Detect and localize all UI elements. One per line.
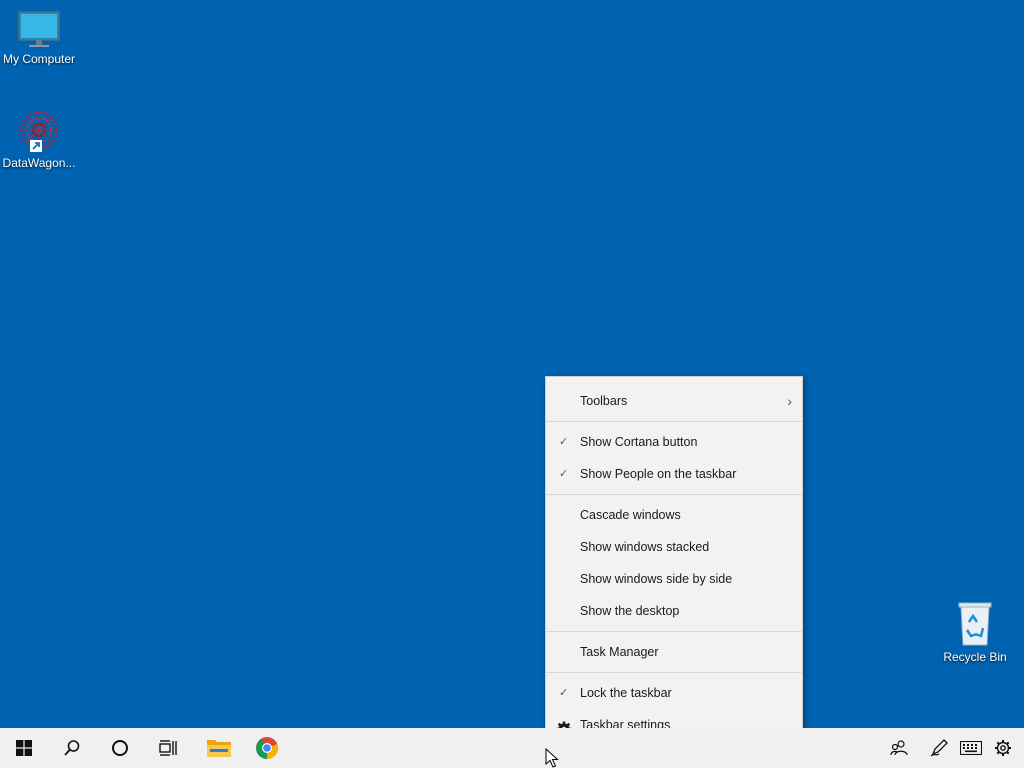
cortana-button[interactable] — [96, 728, 144, 768]
menu-item-label: Show the desktop — [580, 604, 680, 618]
people-button[interactable] — [884, 728, 914, 768]
settings-gear-icon — [995, 740, 1011, 756]
keyboard-icon — [960, 741, 982, 755]
desktop-icon-label: My Computer — [2, 52, 76, 66]
menu-item-show-people[interactable]: ✓ Show People on the taskbar — [546, 458, 802, 490]
menu-item-cascade-windows[interactable]: Cascade windows — [546, 499, 802, 531]
desktop-icon-my-computer[interactable]: My Computer — [0, 10, 78, 67]
chrome-icon — [256, 737, 279, 760]
task-view-button[interactable] — [144, 728, 192, 768]
menu-item-task-manager[interactable]: Task Manager — [546, 636, 802, 668]
menu-separator — [546, 672, 802, 673]
menu-item-show-windows-side-by-side[interactable]: Show windows side by side — [546, 563, 802, 595]
taskbar — [0, 728, 1024, 768]
menu-item-label: Lock the taskbar — [580, 686, 672, 700]
chevron-right-icon: › — [787, 393, 792, 409]
menu-item-toolbars[interactable]: Toolbars › — [546, 385, 802, 417]
menu-item-label: Show People on the taskbar — [580, 467, 737, 481]
menu-item-show-the-desktop[interactable]: Show the desktop — [546, 595, 802, 627]
search-button[interactable] — [48, 728, 96, 768]
menu-item-show-cortana-button[interactable]: ✓ Show Cortana button — [546, 426, 802, 458]
menu-item-lock-the-taskbar[interactable]: ✓ Lock the taskbar — [546, 677, 802, 709]
desktop-icon-datawagon[interactable]: DataWagon... — [0, 108, 78, 171]
desktop-icon-label: DataWagon... — [2, 156, 76, 170]
touch-keyboard-button[interactable] — [956, 728, 986, 768]
search-icon — [64, 740, 80, 756]
desktop-icon-recycle-bin[interactable]: Recycle Bin — [936, 600, 1014, 665]
cortana-icon — [112, 740, 128, 756]
menu-separator — [546, 494, 802, 495]
menu-item-label: Toolbars — [580, 394, 628, 408]
file-explorer-button[interactable] — [195, 728, 243, 768]
menu-item-label: Cascade windows — [580, 508, 681, 522]
monitor-icon — [17, 10, 61, 50]
start-button[interactable] — [0, 728, 48, 768]
menu-separator — [546, 421, 802, 422]
recycle-bin-icon — [955, 600, 995, 648]
task-view-icon — [159, 740, 177, 756]
checkmark-icon: ✓ — [559, 436, 569, 448]
taskbar-context-menu: Toolbars › ✓ Show Cortana button ✓ Show … — [545, 376, 803, 748]
checkmark-icon: ✓ — [559, 687, 569, 699]
menu-item-label: Show windows side by side — [580, 572, 733, 586]
pen-icon — [930, 739, 948, 757]
menu-item-show-windows-stacked[interactable]: Show windows stacked — [546, 531, 802, 563]
pen-workspace-button[interactable] — [924, 728, 954, 768]
menu-separator — [546, 631, 802, 632]
menu-item-label: Show Cortana button — [580, 435, 698, 449]
menu-item-label: Task Manager — [580, 645, 659, 659]
mouse-cursor-icon — [545, 748, 559, 768]
chrome-button[interactable] — [243, 728, 291, 768]
menu-item-label: Show windows stacked — [580, 540, 710, 554]
checkmark-icon: ✓ — [559, 468, 569, 480]
windows-logo-icon — [16, 740, 32, 756]
datawagon-app-icon — [16, 108, 62, 154]
file-explorer-icon — [207, 740, 231, 757]
people-icon — [890, 740, 908, 756]
settings-button[interactable] — [990, 728, 1016, 768]
desktop-icon-label: Recycle Bin — [943, 650, 1007, 664]
